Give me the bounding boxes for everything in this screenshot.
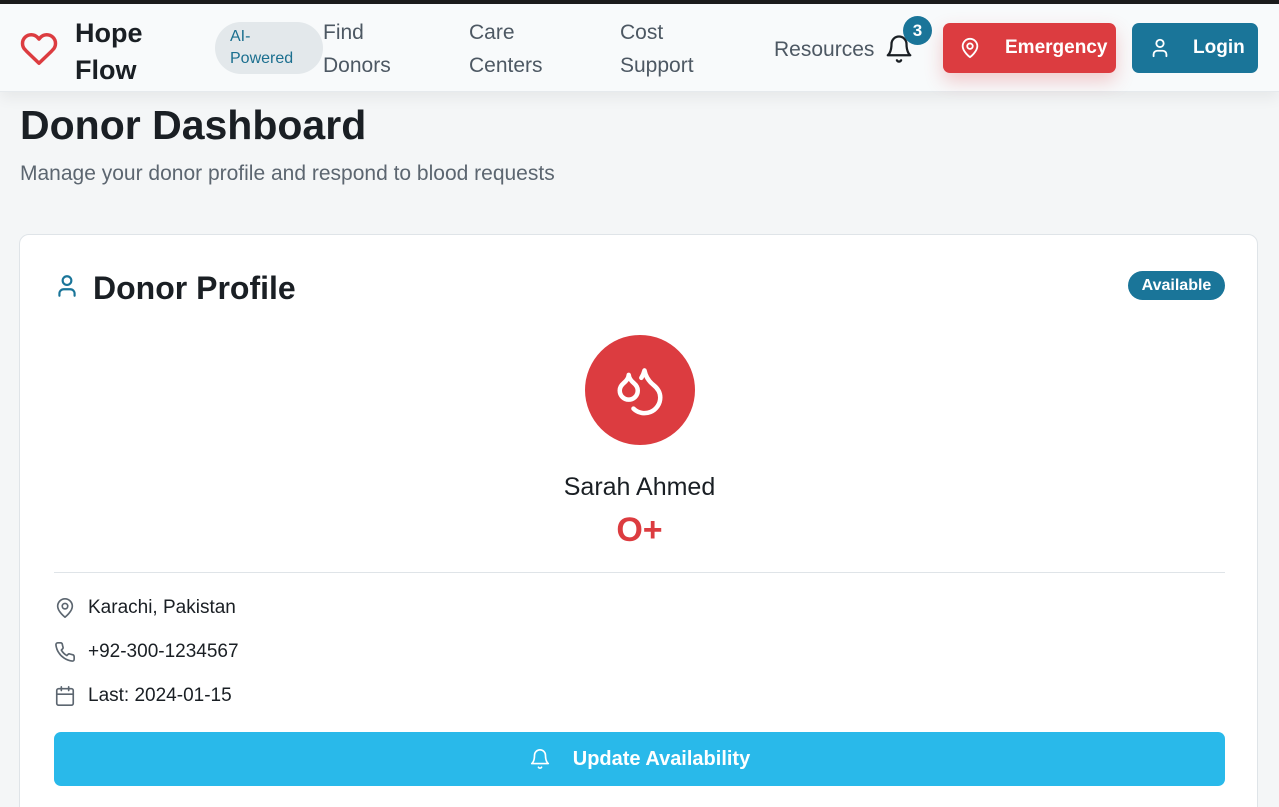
divider: [54, 572, 1225, 573]
nav-find-donors[interactable]: Find Donors: [323, 16, 391, 82]
ai-powered-badge: AI- Powered: [215, 22, 323, 74]
blood-drops-icon: [617, 368, 663, 416]
brand-line-2: Flow: [75, 55, 137, 85]
page-subtitle: Manage your donor profile and respond to…: [20, 162, 555, 185]
user-icon: [58, 275, 76, 297]
emergency-label: Emergency: [1005, 37, 1108, 58]
nav-care-centers[interactable]: Care Centers: [469, 16, 543, 82]
top-navbar: Hope Flow AI- Powered Find Donors Care C…: [0, 4, 1279, 92]
nav-cost-support-line-2: Support: [620, 54, 694, 77]
user-icon: [1152, 38, 1168, 58]
blood-type: O+: [616, 511, 663, 549]
nav-find-donors-line-2: Donors: [323, 54, 391, 77]
calendar-icon: [55, 686, 75, 706]
nav-resources[interactable]: Resources: [774, 33, 874, 66]
login-label: Login: [1193, 37, 1245, 58]
card-title: Donor Profile: [93, 270, 296, 306]
ai-badge-line-1: AI-: [230, 28, 251, 45]
map-pin-icon: [56, 598, 74, 618]
phone-row: +92-300-1234567: [54, 639, 239, 665]
update-availability-button[interactable]: Update Availability: [54, 732, 1225, 786]
ai-badge-line-2: Powered: [230, 50, 294, 67]
nav-resources-label: Resources: [774, 38, 875, 61]
last-donation-text: Last: 2024-01-15: [88, 685, 232, 706]
last-donation-row: Last: 2024-01-15: [54, 683, 232, 709]
brand-name[interactable]: Hope Flow: [75, 15, 143, 89]
emergency-button[interactable]: Emergency: [943, 23, 1116, 73]
location-text: Karachi, Pakistan: [88, 597, 236, 618]
nav-find-donors-line-1: Find: [323, 21, 364, 44]
login-button[interactable]: Login: [1132, 23, 1258, 73]
nav-care-centers-line-2: Centers: [469, 54, 543, 77]
map-pin-icon: [961, 37, 979, 59]
nav-cost-support[interactable]: Cost Support: [620, 16, 694, 82]
location-row: Karachi, Pakistan: [54, 595, 236, 621]
bell-icon: [530, 749, 549, 770]
donor-name: Sarah Ahmed: [563, 473, 716, 501]
brand-line-1: Hope: [75, 18, 143, 48]
donor-profile-card: Donor Profile Available Sarah Ahmed O+ K…: [19, 234, 1258, 807]
nav-cost-support-line-1: Cost: [620, 21, 664, 44]
donor-avatar: [585, 335, 695, 445]
notification-count-badge: 3: [903, 16, 932, 45]
phone-text: +92-300-1234567: [88, 641, 239, 662]
heart-icon[interactable]: [20, 30, 58, 68]
update-availability-label: Update Availability: [572, 747, 751, 770]
nav-care-centers-line-1: Care: [469, 21, 515, 44]
page-title: Donor Dashboard: [20, 102, 367, 148]
phone-icon: [55, 642, 75, 662]
availability-status-badge: Available: [1128, 271, 1225, 300]
